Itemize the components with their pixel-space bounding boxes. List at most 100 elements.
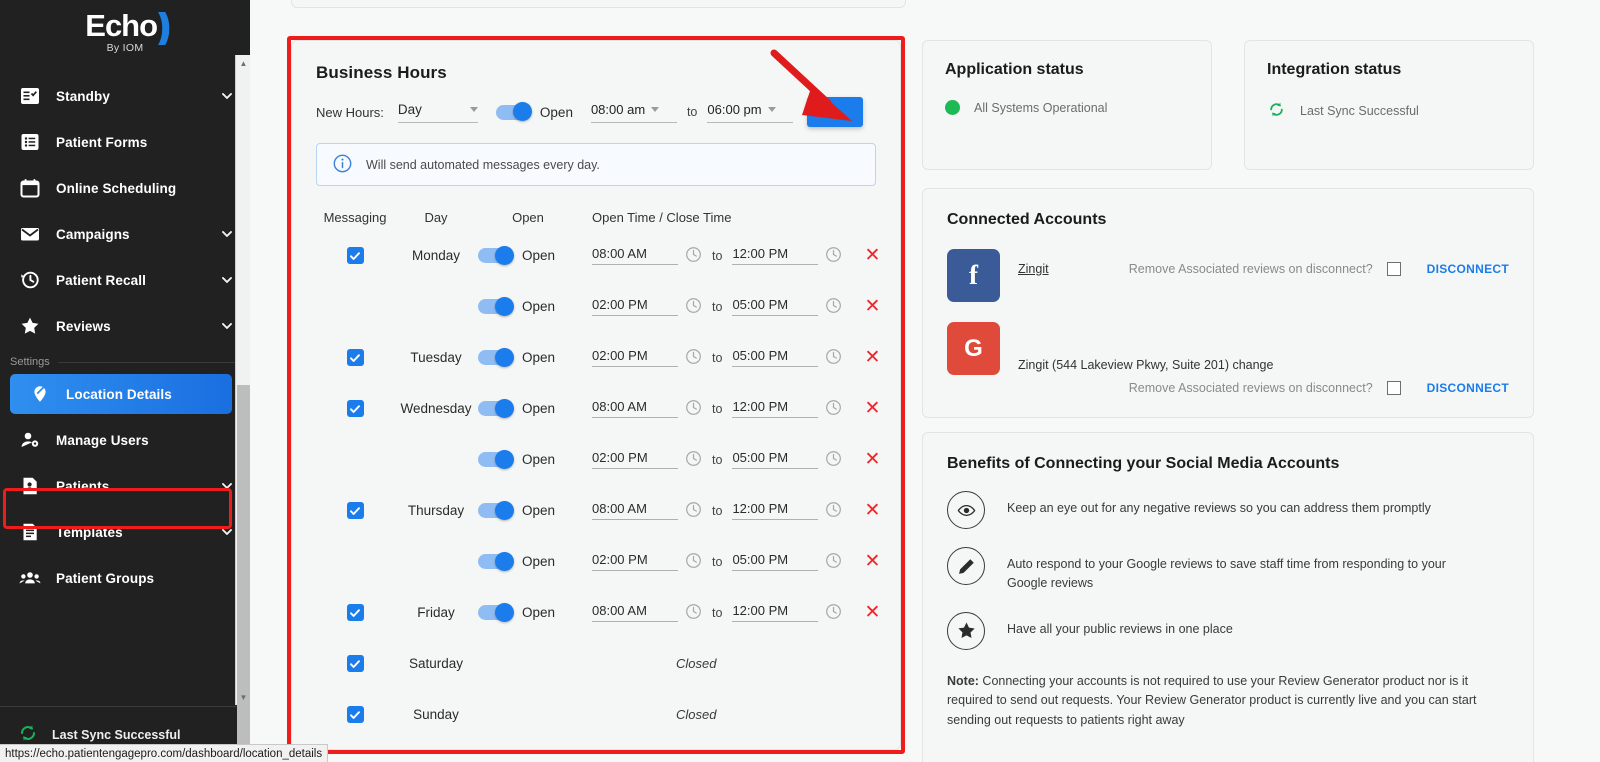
chevron-down-icon — [220, 525, 234, 539]
clock-icon-close[interactable] — [825, 501, 842, 521]
delete-row-button[interactable]: ✕ — [864, 348, 880, 367]
close-time-field[interactable]: 12:00 PM — [732, 501, 818, 520]
clock-history-icon — [18, 268, 42, 292]
google-icon[interactable]: G — [947, 322, 1000, 375]
open-toggle[interactable] — [478, 452, 512, 467]
google-account-name[interactable]: Zingit (544 Lakeview Pkwy, Suite 201) ch… — [1018, 358, 1273, 372]
clock-icon-close[interactable] — [825, 450, 842, 470]
clock-icon-close[interactable] — [825, 603, 842, 623]
open-time-field[interactable]: 02:00 PM — [592, 348, 678, 367]
scroll-down-arrow-icon[interactable]: ▼ — [236, 689, 251, 705]
sidebar-item-patient-groups[interactable]: Patient Groups — [0, 558, 250, 598]
sidebar-item-online-scheduling[interactable]: Online Scheduling — [0, 168, 250, 208]
facebook-remove-reviews-checkbox[interactable] — [1387, 262, 1401, 276]
open-toggle[interactable] — [478, 605, 512, 620]
clock-icon-open[interactable] — [685, 399, 702, 419]
new-hours-from-select[interactable]: 08:00 am — [591, 102, 677, 123]
sidebar-item-standby[interactable]: Standby — [0, 76, 250, 116]
messaging-checkbox[interactable] — [347, 706, 364, 723]
open-time-field[interactable]: 08:00 AM — [592, 501, 678, 520]
sidebar-scrollbar[interactable]: ▲ ▼ — [235, 55, 250, 705]
toggle-knob — [495, 348, 514, 367]
delete-row-button[interactable]: ✕ — [864, 603, 880, 622]
google-remove-reviews-checkbox[interactable] — [1387, 381, 1401, 395]
open-toggle[interactable] — [478, 299, 512, 314]
clock-icon-close[interactable] — [825, 552, 842, 572]
sidebar-item-campaigns[interactable]: Campaigns — [0, 214, 250, 254]
open-time-field[interactable]: 08:00 AM — [592, 399, 678, 418]
open-time-field[interactable]: 02:00 PM — [592, 297, 678, 316]
open-toggle[interactable] — [478, 554, 512, 569]
chevron-down-icon — [220, 89, 234, 103]
messaging-checkbox[interactable] — [347, 502, 364, 519]
delete-row-button[interactable]: ✕ — [864, 246, 880, 265]
messaging-checkbox[interactable] — [347, 604, 364, 621]
close-time-field[interactable]: 12:00 PM — [732, 399, 818, 418]
table-rows-container: MondayOpen08:00 AMto12:00 PM✕Open02:00 P… — [316, 230, 876, 740]
open-toggle[interactable] — [478, 401, 512, 416]
to-word: to — [712, 351, 722, 365]
close-time-field[interactable]: 05:00 PM — [732, 552, 818, 571]
facebook-account-name[interactable]: Zingit — [1018, 262, 1049, 276]
calendar-icon — [18, 176, 42, 200]
messaging-checkbox[interactable] — [347, 655, 364, 672]
messaging-checkbox[interactable] — [347, 400, 364, 417]
sidebar-item-label: Templates — [56, 525, 220, 540]
close-time-field[interactable]: 05:00 PM — [732, 348, 818, 367]
toggle-knob — [495, 552, 514, 571]
close-time-field[interactable]: 12:00 PM — [732, 246, 818, 265]
open-time-field[interactable]: 08:00 AM — [592, 246, 678, 265]
clock-icon-close[interactable] — [825, 246, 842, 266]
messaging-checkbox[interactable] — [347, 247, 364, 264]
sidebar-item-patients[interactable]: Patients — [0, 466, 250, 506]
messaging-checkbox[interactable] — [347, 349, 364, 366]
open-time-field[interactable]: 02:00 PM — [592, 450, 678, 469]
facebook-icon[interactable]: f — [947, 249, 1000, 302]
sidebar-item-patient-recall[interactable]: Patient Recall — [0, 260, 250, 300]
clock-icon-open[interactable] — [685, 348, 702, 368]
clock-icon-close[interactable] — [825, 399, 842, 419]
clock-icon-close[interactable] — [825, 348, 842, 368]
add-hours-button[interactable]: + — [807, 97, 863, 127]
clock-icon-open[interactable] — [685, 552, 702, 572]
facebook-disconnect-button[interactable]: DISCONNECT — [1427, 262, 1509, 276]
open-toggle[interactable] — [478, 350, 512, 365]
toggle-knob — [495, 297, 514, 316]
open-time-field[interactable]: 08:00 AM — [592, 603, 678, 622]
clock-icon-open[interactable] — [685, 603, 702, 623]
application-status-text: All Systems Operational — [974, 101, 1107, 115]
clock-icon-open[interactable] — [685, 246, 702, 266]
scroll-up-arrow-icon[interactable]: ▲ — [236, 55, 251, 71]
close-time-value: 12:00 PM — [732, 246, 818, 261]
open-toggle[interactable] — [478, 248, 512, 263]
clock-icon-open[interactable] — [685, 297, 702, 317]
delete-row-button[interactable]: ✕ — [864, 552, 880, 571]
delete-row-button[interactable]: ✕ — [864, 399, 880, 418]
close-time-field[interactable]: 12:00 PM — [732, 603, 818, 622]
benefit-item-star: Have all your public reviews in one plac… — [947, 612, 1509, 650]
clock-icon-open[interactable] — [685, 450, 702, 470]
sidebar-scrollbar-thumb[interactable] — [237, 385, 250, 762]
benefit-item-text: Keep an eye out for any negative reviews… — [985, 491, 1431, 518]
new-hours-to-select[interactable]: 06:00 pm — [707, 102, 793, 123]
delete-row-button[interactable]: ✕ — [864, 450, 880, 469]
clock-icon-close[interactable] — [825, 297, 842, 317]
close-time-field[interactable]: 05:00 PM — [732, 450, 818, 469]
open-toggle[interactable] — [478, 503, 512, 518]
sidebar-item-templates[interactable]: Templates — [0, 512, 250, 552]
sidebar-item-reviews[interactable]: Reviews — [0, 306, 250, 346]
close-time-value: 12:00 PM — [732, 399, 818, 414]
sidebar-item-manage-users[interactable]: Manage Users — [0, 420, 250, 460]
delete-row-button[interactable]: ✕ — [864, 501, 880, 520]
sidebar-item-patient-forms[interactable]: Patient Forms — [0, 122, 250, 162]
new-hours-day-select[interactable]: Day — [398, 102, 478, 123]
delete-row-button[interactable]: ✕ — [864, 297, 880, 316]
open-time-field[interactable]: 02:00 PM — [592, 552, 678, 571]
close-time-field[interactable]: 05:00 PM — [732, 297, 818, 316]
sidebar-item-location-details[interactable]: Location Details — [10, 374, 232, 414]
sidebar-item-label: Reviews — [56, 319, 220, 334]
google-disconnect-button[interactable]: DISCONNECT — [1427, 381, 1509, 395]
table-row: Open02:00 PMto05:00 PM✕ — [316, 536, 876, 587]
clock-icon-open[interactable] — [685, 501, 702, 521]
new-hours-open-toggle[interactable] — [496, 105, 530, 120]
